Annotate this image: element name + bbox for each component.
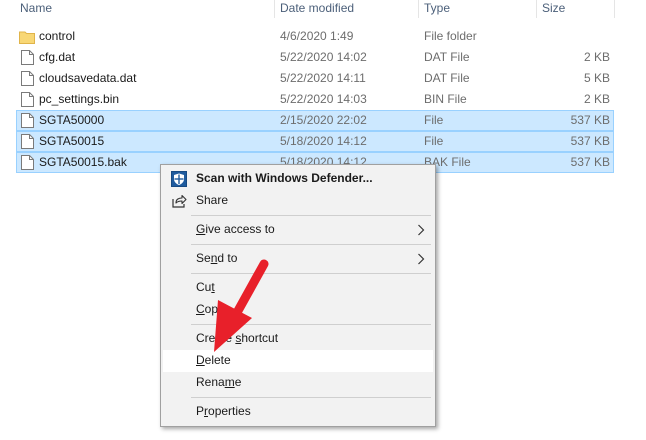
menu-item-label: Scan with Windows Defender... xyxy=(196,171,373,185)
column-divider[interactable] xyxy=(536,0,537,18)
file-type: DAT File xyxy=(424,50,470,64)
share-icon xyxy=(172,194,187,208)
file-type: File xyxy=(424,113,444,127)
windows-defender-icon xyxy=(171,171,187,187)
column-divider[interactable] xyxy=(614,0,615,18)
file-row-pc-settings-bin[interactable]: pc_settings.bin 5/22/2020 14:03 BIN File… xyxy=(16,89,614,110)
menu-item-cut[interactable]: Cut xyxy=(163,277,433,299)
menu-item-label: Create shortcut xyxy=(196,331,279,345)
menu-separator xyxy=(191,215,431,216)
menu-item-label: Send to xyxy=(196,251,238,265)
menu-item-share[interactable]: Share xyxy=(163,190,433,212)
file-date: 5/22/2020 14:02 xyxy=(280,50,367,64)
file-name: cloudsavedata.dat xyxy=(39,71,137,85)
file-row-sgta50000[interactable]: SGTA50000 2/15/2020 22:02 File 537 KB xyxy=(16,110,614,131)
file-size: 537 KB xyxy=(570,113,610,127)
menu-item-label: Copy xyxy=(196,302,225,316)
file-date: 2/15/2020 22:02 xyxy=(280,113,367,127)
menu-item-send-to[interactable]: Send to xyxy=(163,248,433,270)
file-icon xyxy=(21,92,34,107)
file-name: SGTA50000 xyxy=(39,113,105,127)
file-type: DAT File xyxy=(424,71,470,85)
menu-item-give-access[interactable]: Give access to xyxy=(163,219,433,241)
file-name: cfg.dat xyxy=(39,50,76,64)
file-row-cloudsavedata-dat[interactable]: cloudsavedata.dat 5/22/2020 14:11 DAT Fi… xyxy=(16,68,614,89)
menu-item-label: Share xyxy=(196,193,229,207)
column-date-header[interactable]: Date modified xyxy=(276,0,416,18)
menu-item-properties[interactable]: Properties xyxy=(163,401,433,423)
file-type: File xyxy=(424,134,444,148)
column-divider[interactable] xyxy=(418,0,419,18)
menu-item-label: Cut xyxy=(196,280,215,294)
column-type-header[interactable]: Type xyxy=(420,0,534,18)
column-size-header[interactable]: Size xyxy=(538,0,614,18)
menu-item-rename[interactable]: Rename xyxy=(163,372,433,394)
file-icon xyxy=(21,71,34,86)
file-row-control[interactable]: control 4/6/2020 1:49 File folder xyxy=(16,26,614,47)
menu-item-copy[interactable]: Copy xyxy=(163,299,433,321)
file-name: SGTA50015 xyxy=(39,134,105,148)
file-icon xyxy=(21,50,34,65)
column-header: Name Date modified Type Size xyxy=(0,0,646,18)
menu-item-delete[interactable]: Delete xyxy=(163,350,433,372)
menu-item-label: Give access to xyxy=(196,222,275,236)
folder-icon xyxy=(19,31,35,44)
file-size: 537 KB xyxy=(570,155,610,169)
menu-separator xyxy=(191,273,431,274)
menu-separator xyxy=(191,397,431,398)
chevron-right-icon xyxy=(418,253,425,265)
file-size: 2 KB xyxy=(583,50,610,64)
menu-separator xyxy=(191,244,431,245)
file-row-cfg-dat[interactable]: cfg.dat 5/22/2020 14:02 DAT File 2 KB xyxy=(16,47,614,68)
file-date: 5/22/2020 14:11 xyxy=(280,71,366,85)
file-row-sgta50015[interactable]: SGTA50015 5/18/2020 14:12 File 537 KB xyxy=(16,131,614,152)
file-date: 4/6/2020 1:49 xyxy=(280,29,354,43)
column-name-header[interactable]: Name xyxy=(16,0,272,18)
menu-item-scan-defender[interactable]: Scan with Windows Defender... xyxy=(163,168,433,190)
file-icon xyxy=(21,113,34,128)
file-size: 537 KB xyxy=(570,134,610,148)
file-type: BAK File xyxy=(424,155,471,169)
menu-item-create-shortcut[interactable]: Create shortcut xyxy=(163,328,433,350)
menu-item-label: Delete xyxy=(196,353,231,367)
file-size xyxy=(536,26,610,47)
menu-separator xyxy=(191,324,431,325)
file-icon xyxy=(21,134,34,149)
file-name: pc_settings.bin xyxy=(39,92,120,106)
file-date: 5/22/2020 14:03 xyxy=(280,92,367,106)
context-menu: Scan with Windows Defender... Share Give… xyxy=(160,164,436,427)
chevron-right-icon xyxy=(418,224,425,236)
file-size: 5 KB xyxy=(583,71,610,85)
menu-item-label: Properties xyxy=(196,404,251,418)
column-divider[interactable] xyxy=(274,0,275,18)
file-type: BIN File xyxy=(424,92,467,106)
file-type: File folder xyxy=(424,29,477,43)
file-name: control xyxy=(39,29,76,43)
file-icon xyxy=(21,155,34,170)
menu-item-label: Rename xyxy=(196,375,242,389)
file-size: 2 KB xyxy=(583,92,610,106)
file-date: 5/18/2020 14:12 xyxy=(280,134,367,148)
